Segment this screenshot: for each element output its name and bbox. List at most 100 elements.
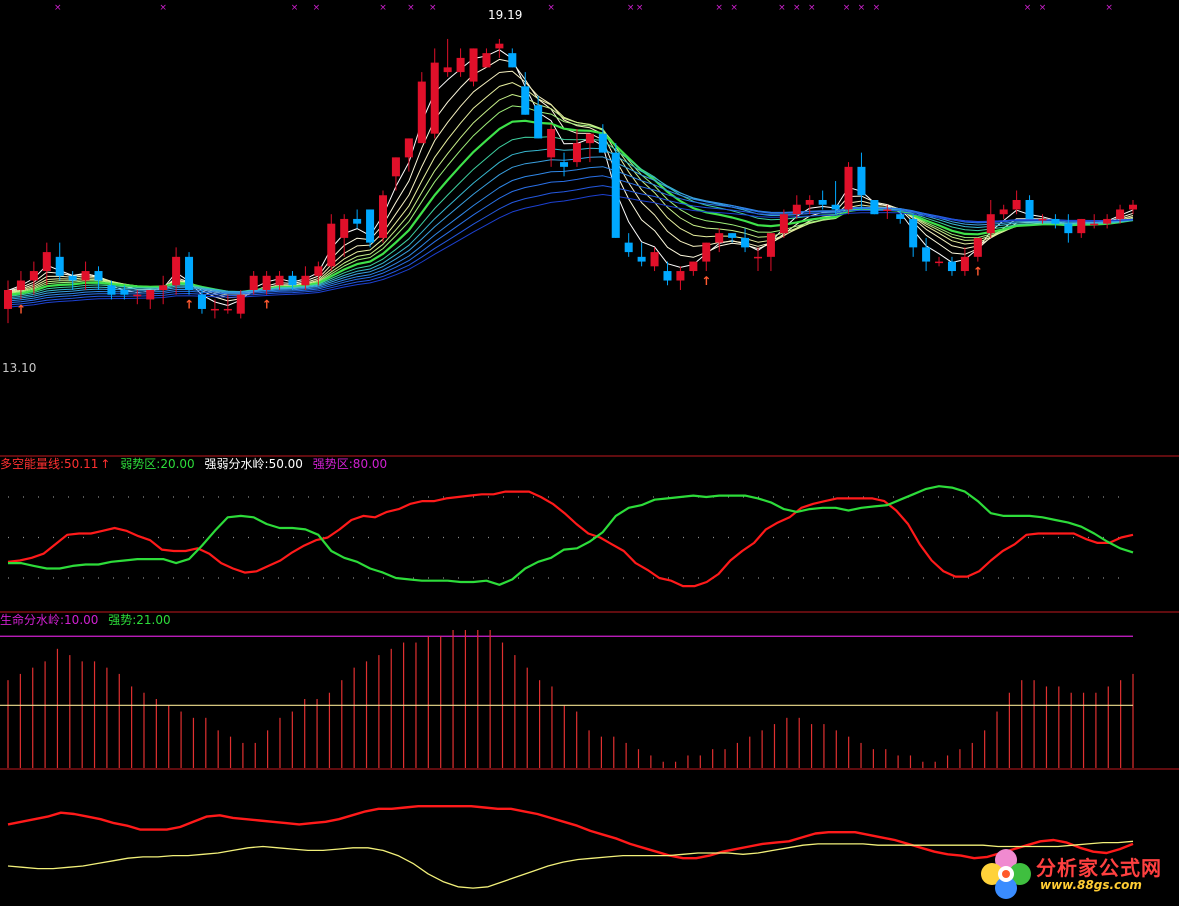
top-cross-marker: ×: [636, 3, 644, 13]
candle-body: [81, 271, 90, 281]
watermark-text: 分析家公式网: [1036, 856, 1162, 880]
candle-body: [521, 86, 530, 115]
candle-body: [223, 308, 232, 311]
candle-body: [753, 256, 763, 259]
top-cross-marker: ×: [159, 3, 167, 13]
candle-body: [1128, 204, 1138, 210]
top-cross-marker: ×: [1039, 3, 1047, 13]
panel-dividers: [0, 455, 1179, 770]
buy-arrow-marker: ↑: [701, 274, 711, 288]
candle-body: [107, 285, 116, 295]
candle-body: [624, 242, 633, 253]
candle-body: [262, 275, 271, 290]
legend-strong: 强势:21.00: [108, 613, 171, 627]
candle-body: [986, 214, 995, 234]
candle-body: [728, 233, 737, 238]
candle-body: [172, 256, 181, 286]
top-cross-marker: ×: [858, 3, 866, 13]
candle-body: [818, 200, 827, 205]
candle-body: [741, 237, 750, 248]
candle-body: [159, 285, 168, 290]
candle-body: [779, 214, 788, 234]
buy-arrow-marker: ↑: [184, 298, 194, 312]
candle-body: [456, 57, 465, 73]
candle-body: [301, 275, 310, 286]
candle-body: [236, 294, 245, 314]
candle-body: [805, 200, 814, 205]
candle-body: [42, 252, 51, 272]
flower-logo-icon: [981, 849, 1031, 899]
candle-body: [404, 138, 413, 158]
candlestick-series: [3, 38, 1138, 324]
top-cross-marker: ×: [1024, 3, 1032, 13]
candle-body: [378, 195, 388, 238]
ma-line-44: [7, 185, 1134, 306]
candle-body: [676, 271, 685, 281]
candle-body: [249, 275, 258, 290]
candle-body: [973, 237, 982, 257]
candle-body: [999, 209, 1008, 215]
bottom-line-panel: [7, 805, 1134, 889]
legend-energy-line: 多空能量线:50.11 ↑: [0, 457, 111, 471]
candle-body: [288, 275, 297, 286]
candle-body: [16, 280, 25, 290]
candle-body: [391, 157, 400, 177]
candle-body: [909, 218, 918, 248]
candle-body: [870, 200, 879, 215]
candle-body: [1038, 218, 1047, 221]
top-cross-marker: ×: [873, 3, 881, 13]
candle-body: [1090, 223, 1099, 226]
watermark-url: www.88gs.com: [1040, 878, 1142, 892]
candle-body: [133, 294, 142, 297]
candle-body: [508, 53, 517, 68]
top-cross-marker: ×: [379, 3, 387, 13]
candle-body: [715, 233, 724, 243]
candle-body: [702, 242, 711, 262]
legend-life-watershed: 生命分水岭:10.00: [0, 613, 99, 627]
top-cross-marker: ×: [54, 3, 62, 13]
candle-body: [766, 233, 775, 257]
candle-body: [1051, 218, 1060, 224]
legend-weak-zone: 弱势区:20.00: [120, 457, 195, 471]
candle-body: [314, 266, 323, 276]
bottom-series-0: [7, 805, 1134, 860]
candle-body: [947, 261, 956, 272]
candle-body: [1012, 200, 1021, 210]
candle-body: [896, 214, 905, 219]
candle-body: [637, 256, 646, 262]
candle-body: [883, 209, 892, 211]
indicator-legend: 多空能量线:50.11 ↑ 弱势区:20.00 强弱分水岭:50.00 强势区:8…: [0, 457, 393, 471]
top-cross-marker: ×: [291, 3, 299, 13]
bottom-series-1: [7, 840, 1134, 889]
candle-body: [534, 105, 543, 139]
candle-body: [120, 290, 129, 295]
top-cross-marker: ×: [1105, 3, 1113, 13]
candle-body: [210, 308, 219, 311]
price-high-label: 19.19: [488, 8, 523, 22]
candle-body: [844, 166, 853, 210]
candle-body: [1064, 223, 1073, 234]
stock-chart: × × × × × × × × × × × × × × × × × × × × ×↑ ↑ ↑↑↑: [0, 3, 1179, 889]
top-cross-marker: ×: [547, 3, 555, 13]
top-cross-marker: ×: [715, 3, 723, 13]
candle-body: [185, 256, 194, 290]
bar-panel-legend: 生命分水岭:10.00 强势:21.00: [0, 613, 177, 627]
candle-body: [275, 275, 284, 286]
legend-strong-zone: 强势区:80.00: [312, 457, 388, 471]
candle-body: [960, 256, 969, 272]
candle-body: [68, 275, 77, 281]
top-cross-marker: ×: [778, 3, 786, 13]
indicator-series-0: [7, 490, 1134, 588]
candle-body: [572, 143, 581, 163]
candle-body: [1025, 200, 1034, 219]
candle-body: [611, 152, 620, 238]
candle-body: [353, 218, 362, 224]
candle-body: [831, 204, 840, 210]
candle-body: [443, 67, 452, 73]
candle-body: [560, 162, 569, 167]
candle-body: [689, 261, 698, 272]
top-cross-marker: ×: [407, 3, 415, 13]
top-cross-marker: ×: [730, 3, 738, 13]
candle-body: [327, 223, 336, 267]
top-cross-marker: ×: [793, 3, 801, 13]
